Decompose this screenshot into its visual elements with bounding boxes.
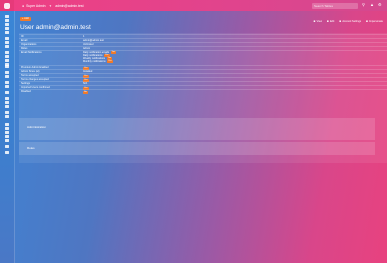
box-icon[interactable] <box>5 115 9 118</box>
bookmark-icon[interactable] <box>5 101 9 104</box>
list-icon[interactable] <box>5 37 9 40</box>
notification-label: Monthly notifications <box>83 60 106 63</box>
action-label: Impersonate <box>369 19 383 23</box>
music-icon[interactable] <box>5 151 9 154</box>
star-icon[interactable] <box>5 75 9 78</box>
pencil-icon: ■ <box>327 19 329 23</box>
gear-icon[interactable]: ⚙ <box>378 3 382 7</box>
action-gear[interactable]: ■ Account Settings <box>339 19 361 23</box>
status-badge: Yes <box>110 51 117 54</box>
status-badge: No <box>83 91 88 94</box>
notification-item: Monthly notifications Yes <box>83 60 387 63</box>
users-icon[interactable] <box>5 23 9 26</box>
action-pencil[interactable]: ■ Edit <box>327 19 334 23</box>
inbox-icon[interactable] <box>5 27 9 30</box>
page-title: User admin@admin.test <box>20 24 91 31</box>
top-bar: ● Super Admin ▾ admin@admin.test ⚲ ▲ ⚙ <box>0 0 387 11</box>
chevron-down-icon: ▾ <box>49 3 52 8</box>
chart-icon[interactable] <box>5 31 9 34</box>
map-icon[interactable] <box>5 91 9 94</box>
image-icon[interactable] <box>5 105 9 108</box>
eye-icon: ■ <box>313 19 316 23</box>
topbar-user[interactable]: ● Super Admin ▾ admin@admin.test <box>22 4 84 8</box>
search-icon[interactable]: ⚲ <box>362 3 365 7</box>
heart-icon[interactable] <box>5 139 9 142</box>
action-eye[interactable]: ■ View <box>314 19 322 23</box>
link-icon[interactable] <box>5 131 9 134</box>
user-email: admin@admin.test <box>55 3 84 8</box>
user-icon: ● <box>22 3 25 8</box>
bell-icon[interactable]: ▲ <box>370 3 374 7</box>
search-input[interactable] <box>312 2 358 9</box>
lock-icon[interactable] <box>5 59 9 62</box>
key-icon[interactable] <box>5 123 9 126</box>
home-icon[interactable] <box>5 15 9 18</box>
bolt-icon[interactable] <box>5 65 9 68</box>
detail-label: Email Notifications <box>21 51 42 54</box>
action-label: Edit <box>330 19 335 23</box>
tag-icon[interactable] <box>5 51 9 54</box>
detail-row: Disabled No <box>19 89 387 94</box>
detail-row: Email Notifications Daily notification em… <box>19 50 387 66</box>
panel-title: Administration <box>27 125 47 129</box>
sidebar <box>0 11 15 263</box>
grid-icon[interactable] <box>5 19 9 22</box>
administration-panel[interactable]: Administration <box>19 118 375 140</box>
clock-icon[interactable] <box>5 85 9 88</box>
detail-value: No <box>83 90 387 94</box>
action-label: View <box>316 19 323 23</box>
cart-icon[interactable] <box>5 127 9 130</box>
user-icon: ■ <box>366 19 368 23</box>
panel-title: Roles <box>27 146 35 150</box>
action-label: Account Settings <box>342 19 362 23</box>
detail-value: Daily notification emails Yes Daily notifi… <box>83 51 387 66</box>
camera-icon[interactable] <box>5 145 9 148</box>
mail-icon[interactable] <box>5 45 9 48</box>
status-badge: Yes <box>107 60 113 63</box>
flag-icon[interactable] <box>5 71 9 74</box>
logo-mark <box>4 2 10 9</box>
detail-label: Disabled <box>21 90 31 93</box>
action-bar: ■ View ■ Edit ■ Account Settings ■ Impersonate <box>314 19 383 23</box>
action-user[interactable]: ■ Impersonate <box>366 19 383 23</box>
add-button[interactable]: + Add <box>20 17 31 21</box>
gear-icon: ■ <box>339 19 342 23</box>
tool-icon[interactable] <box>5 97 9 100</box>
cloud-icon[interactable] <box>5 55 9 58</box>
app-logo[interactable] <box>0 0 14 11</box>
user-label: Super Admin <box>26 3 46 8</box>
pin-icon[interactable] <box>5 81 9 84</box>
calendar-icon[interactable] <box>5 41 9 44</box>
roles-panel[interactable]: Roles <box>19 142 375 155</box>
globe-icon[interactable] <box>5 111 9 114</box>
file-icon[interactable] <box>5 135 9 138</box>
